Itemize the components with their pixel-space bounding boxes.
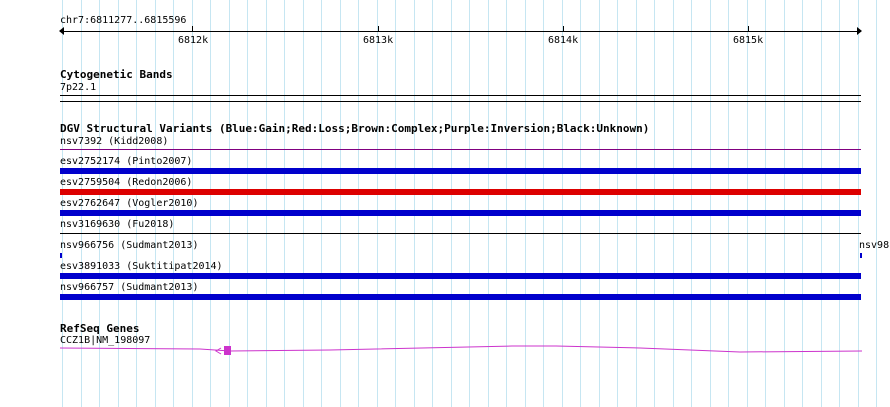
variant-feature-gain[interactable] xyxy=(60,294,861,300)
position-label: chr7:6811277..6815596 xyxy=(60,15,187,26)
ruler-tick-mark xyxy=(748,26,749,32)
variant-feature-gain[interactable] xyxy=(60,210,861,216)
variant-feature-loss[interactable] xyxy=(60,189,861,195)
variant-label[interactable]: esv2762647 (Vogler2010) xyxy=(60,198,198,210)
variant-feature-gain[interactable] xyxy=(60,168,861,174)
refseq-track-title[interactable]: RefSeq Genes xyxy=(60,322,139,335)
variant-label[interactable]: nsv3169630 (Fu2018) xyxy=(60,219,174,231)
ruler-axis xyxy=(60,31,861,32)
gene-intron-line xyxy=(59,345,863,353)
variant-label[interactable]: esv2759504 (Redon2006) xyxy=(60,177,192,189)
ruler-right-arrow-icon xyxy=(857,27,862,35)
gene-exon xyxy=(224,346,231,355)
variant-label[interactable]: nsv966757 (Sudmant2013) xyxy=(60,282,198,294)
variant-label-right[interactable]: nsv98 xyxy=(859,240,889,252)
ruler-tick-label: 6813k xyxy=(363,35,394,46)
variant-feature-gain[interactable] xyxy=(860,253,862,258)
variant-label[interactable]: nsv7392 (Kidd2008) xyxy=(60,136,168,148)
ruler-left-arrow-icon xyxy=(59,27,64,35)
variant-feature-gain[interactable] xyxy=(60,273,861,279)
ruler-tick-label: 6812k xyxy=(178,35,209,46)
dgv-track-title[interactable]: DGV Structural Variants (Blue:Gain;Red:L… xyxy=(60,122,649,135)
ruler-tick-label: 6815k xyxy=(733,35,764,46)
variant-feature-inversion[interactable] xyxy=(60,149,861,150)
ruler-tick-label: 6814k xyxy=(548,35,579,46)
variant-label[interactable]: esv2752174 (Pinto2007) xyxy=(60,156,192,168)
ruler-tick-mark xyxy=(192,26,193,32)
cytoband-bottom-line xyxy=(60,101,861,102)
strand-arrow-icon xyxy=(215,347,222,355)
ruler-tick-mark xyxy=(563,26,564,32)
variant-feature-gain[interactable] xyxy=(60,253,62,258)
ruler-tick-mark xyxy=(378,26,379,32)
cytoband-label: 7p22.1 xyxy=(60,82,97,93)
cytoband-track-title[interactable]: Cytogenetic Bands xyxy=(60,68,173,81)
gene-model[interactable] xyxy=(0,340,890,360)
variant-label[interactable]: esv3891033 (Suktitipat2014) xyxy=(60,261,223,273)
cytoband-top-line xyxy=(60,95,861,96)
variant-feature-unknown[interactable] xyxy=(60,233,861,234)
variant-label[interactable]: nsv966756 (Sudmant2013) xyxy=(60,240,198,252)
